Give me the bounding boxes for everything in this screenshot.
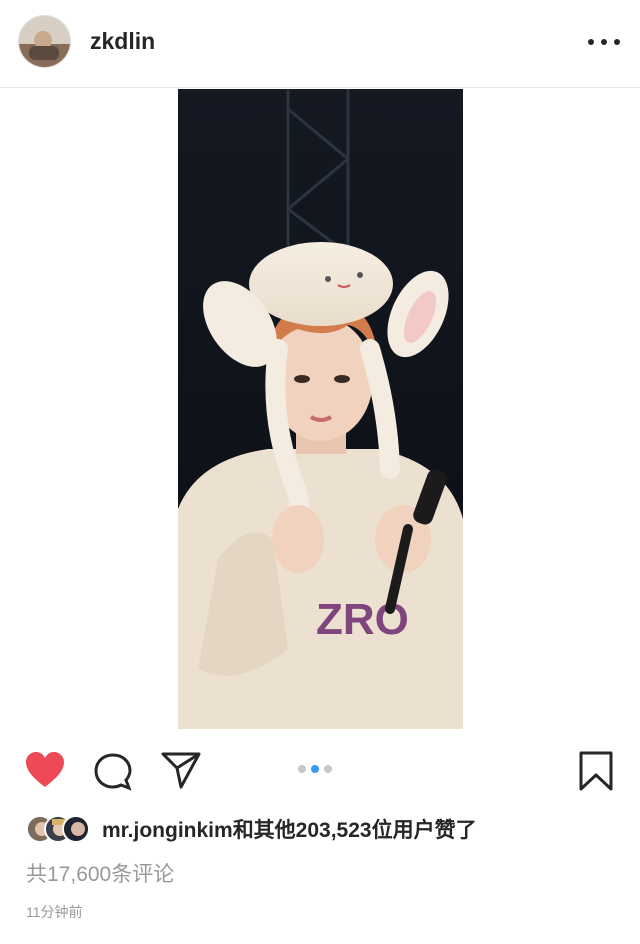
likes-count: 和其他203,523位用户赞了 xyxy=(232,819,477,842)
bookmark-icon[interactable] xyxy=(578,750,614,797)
post-time: 11分钟前 xyxy=(26,904,83,920)
more-icon[interactable] xyxy=(588,28,620,56)
likes-user[interactable]: mr.jonginkim xyxy=(102,819,233,842)
carousel-dot xyxy=(298,765,306,773)
post-username[interactable]: zkdlin xyxy=(90,28,155,55)
likes-row[interactable]: mr.jonginkim和其他203,523位用户赞了 xyxy=(26,813,477,845)
post-photo[interactable]: ZRO xyxy=(178,89,463,729)
heart-icon[interactable] xyxy=(24,750,66,795)
carousel-indicator xyxy=(298,765,332,773)
carousel-dot xyxy=(324,765,332,773)
comment-icon[interactable] xyxy=(93,752,133,797)
avatar[interactable] xyxy=(18,15,71,68)
post-header: zkdlin xyxy=(0,0,640,88)
carousel-dot-active xyxy=(311,765,319,773)
comments-link[interactable]: 共17,600条评论 xyxy=(26,858,174,888)
liker-avatar xyxy=(62,815,90,843)
share-icon[interactable] xyxy=(160,750,202,795)
